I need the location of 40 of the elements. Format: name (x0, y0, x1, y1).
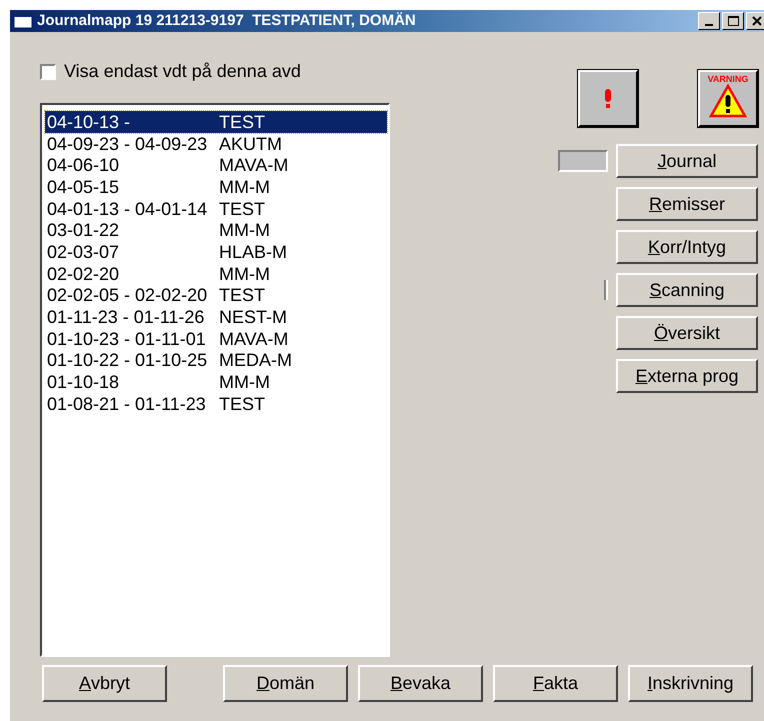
side-button[interactable]: Externa prog (616, 359, 758, 393)
window-icon (13, 13, 33, 29)
bottom-button[interactable]: Fakta (493, 665, 618, 702)
alert-button[interactable] (578, 70, 638, 127)
bottom-button[interactable]: Avbryt (42, 665, 167, 702)
side-button[interactable]: Översikt (616, 316, 758, 350)
minimize-button[interactable] (698, 12, 720, 30)
visit-row[interactable]: 04-06-10 MAVA-M (45, 154, 387, 176)
visit-row[interactable]: 04-09-23 - 04-09-23 AKUTM (45, 132, 387, 154)
checkbox[interactable] (40, 64, 56, 80)
visit-row[interactable]: 01-10-22 - 01-10-25 MEDA-M (45, 350, 387, 372)
visit-row[interactable]: 04-10-13 - TEST (45, 111, 387, 133)
checkbox-label: Visa endast vdt på denna avd (64, 60, 301, 83)
visit-row[interactable]: 04-01-13 - 04-01-14 TEST (45, 198, 387, 220)
status-indicator (558, 150, 608, 172)
visit-row[interactable]: 02-02-20 MM-M (45, 262, 387, 284)
maximize-icon (728, 16, 738, 26)
visit-row[interactable]: 01-11-23 - 01-11-26 NEST-M (45, 306, 387, 328)
side-button[interactable]: Korr/Intyg (616, 230, 758, 264)
visit-row[interactable]: 01-10-18 MM-M (45, 371, 387, 393)
bottom-button[interactable]: Bevaka (358, 665, 483, 702)
visit-row[interactable]: 04-05-15 MM-M (45, 176, 387, 198)
close-button[interactable] (746, 12, 764, 30)
visit-row[interactable]: 01-10-23 - 01-11-01 MAVA-M (45, 328, 387, 350)
visit-row[interactable]: 02-02-05 - 02-02-20 TEST (45, 284, 387, 306)
bottom-button[interactable]: Inskrivning (628, 665, 753, 702)
bottom-button[interactable]: Domän (223, 665, 348, 702)
side-button[interactable]: Journal (616, 144, 758, 178)
visit-row[interactable]: 03-01-22 MM-M (45, 219, 387, 242)
visit-row[interactable]: 01-08-21 - 01-11-23 TEST (45, 392, 387, 415)
exclamation-icon (604, 88, 612, 108)
warning-triangle-icon (709, 84, 747, 118)
minimize-icon (705, 24, 713, 26)
side-button[interactable]: Scanning (616, 273, 758, 307)
visit-row[interactable]: 02-03-07 HLAB-M (45, 241, 387, 263)
side-button[interactable]: Remisser (616, 187, 758, 221)
status-indicator (604, 280, 608, 300)
close-icon (752, 16, 762, 26)
window-title: Journalmapp 19 211213-9197 TESTPATIENT, DOMÄN (37, 10, 416, 31)
maximize-button[interactable] (722, 12, 744, 30)
